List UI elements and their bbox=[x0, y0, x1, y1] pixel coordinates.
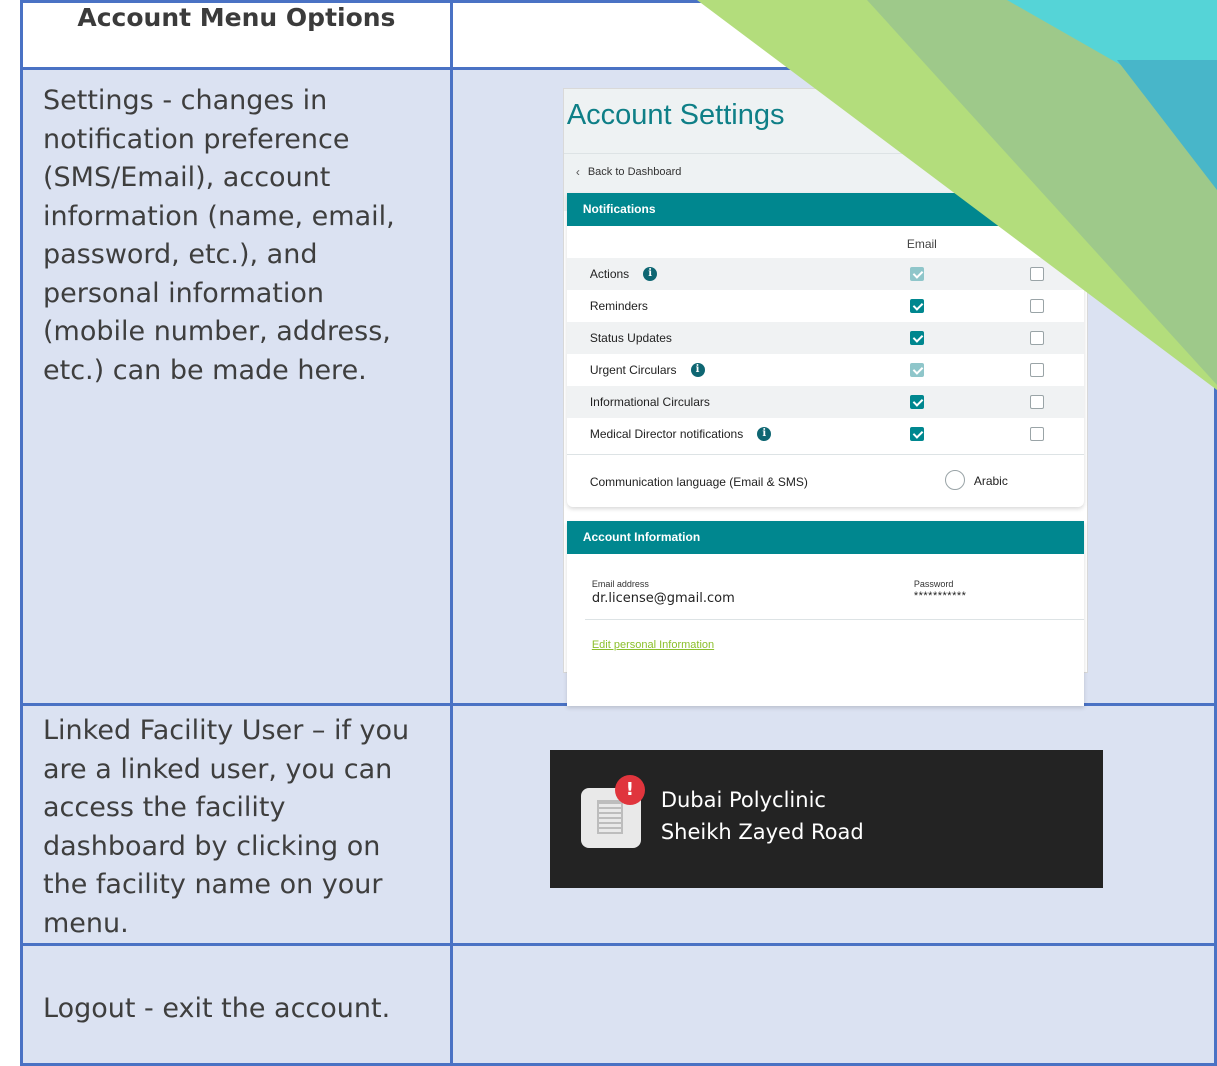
page-title: Account Settings bbox=[566, 99, 785, 131]
notifications-card: Notifications Email SMS Actions i Reminder… bbox=[566, 193, 1084, 507]
linked-facility-description: Linked Facility User – if you are a link… bbox=[43, 715, 410, 939]
account-information-card: Account Information Email address dr.lic… bbox=[566, 521, 1084, 706]
logout-description: Logout - exit the account. bbox=[43, 993, 391, 1024]
arabic-radio[interactable] bbox=[944, 470, 965, 490]
sms-checkbox[interactable] bbox=[1029, 363, 1044, 377]
password-value: *********** bbox=[913, 590, 967, 602]
linked-facility-screenshot-cell: ! Dubai Polyclinic Sheikh Zayed Road bbox=[449, 703, 1217, 946]
header-account-menu-options: Account Menu Options bbox=[20, 0, 453, 70]
notification-row: Status Updates bbox=[566, 322, 1084, 354]
chevron-left-icon: ‹ bbox=[575, 165, 580, 179]
email-address-label: Email address bbox=[591, 579, 649, 589]
sms-checkbox[interactable] bbox=[1029, 395, 1044, 409]
sms-checkbox[interactable] bbox=[1029, 427, 1044, 441]
arabic-radio-label: Arabic bbox=[973, 474, 1008, 488]
email-checkbox[interactable] bbox=[909, 299, 924, 313]
language-label: Communication language (Email & SMS) bbox=[589, 475, 808, 489]
communication-language-row: Communication language (Email & SMS) Ara… bbox=[566, 454, 1084, 507]
back-to-dashboard-link[interactable]: ‹ Back to Dashboard bbox=[563, 153, 1087, 190]
notification-label: Medical Director notifications bbox=[589, 427, 744, 441]
settings-description: Settings - changes in notification prefe… bbox=[43, 85, 395, 386]
sms-checkbox[interactable] bbox=[1029, 331, 1044, 345]
email-checkbox[interactable] bbox=[909, 331, 924, 345]
info-icon[interactable]: i bbox=[757, 427, 772, 441]
notification-label: Informational Circulars bbox=[589, 395, 710, 409]
info-icon[interactable]: i bbox=[690, 363, 705, 377]
account-settings-panel: Account Settings ‹ Back to Dashboard Not… bbox=[562, 88, 1088, 706]
facility-name: Dubai Polyclinic bbox=[660, 788, 826, 812]
notification-row: Urgent Circulars i bbox=[567, 354, 1084, 386]
facility-menu-item[interactable]: ! Dubai Polyclinic Sheikh Zayed Road bbox=[549, 750, 1103, 888]
password-label: Password bbox=[913, 579, 954, 589]
sms-column-header: SMS bbox=[1028, 237, 1055, 251]
notification-label: Status Updates bbox=[589, 331, 672, 345]
email-checkbox[interactable] bbox=[909, 427, 924, 441]
facility-location: Sheikh Zayed Road bbox=[660, 820, 864, 844]
email-checkbox[interactable] bbox=[909, 267, 924, 281]
logout-description-cell: Logout - exit the account. bbox=[20, 943, 453, 1066]
email-address-value: dr.license@gmail.com bbox=[591, 591, 735, 606]
alert-icon: ! bbox=[614, 775, 645, 805]
account-information-header: Account Information bbox=[566, 521, 1084, 554]
divider bbox=[584, 619, 1084, 620]
header-screenshot: Screenshot bbox=[449, 0, 1217, 70]
notification-row: Informational Circulars bbox=[566, 386, 1084, 418]
notification-label: Actions bbox=[589, 267, 630, 281]
menu-options-table: Account Menu Options Screenshot Settings… bbox=[20, 0, 1217, 1066]
linked-facility-description-cell: Linked Facility User – if you are a link… bbox=[20, 703, 453, 946]
notification-label: Urgent Circulars bbox=[589, 363, 677, 377]
notification-label: Reminders bbox=[589, 299, 648, 313]
edit-personal-information-link[interactable]: Edit personal Information bbox=[592, 639, 714, 651]
notification-row: Actions i bbox=[566, 258, 1084, 290]
notification-row: Medical Director notifications i bbox=[567, 418, 1084, 450]
sms-checkbox[interactable] bbox=[1029, 267, 1044, 281]
notifications-header: Notifications bbox=[566, 193, 1084, 226]
info-icon[interactable]: i bbox=[643, 267, 658, 281]
logout-screenshot-cell bbox=[449, 943, 1217, 1066]
email-checkbox[interactable] bbox=[909, 363, 924, 377]
email-column-header: Email bbox=[906, 237, 937, 251]
sms-checkbox[interactable] bbox=[1029, 299, 1044, 313]
settings-description-cell: Settings - changes in notification prefe… bbox=[20, 67, 453, 706]
settings-screenshot-cell: Account Settings ‹ Back to Dashboard Not… bbox=[449, 67, 1217, 706]
email-checkbox[interactable] bbox=[909, 395, 924, 409]
notification-row: Reminders bbox=[567, 290, 1084, 322]
